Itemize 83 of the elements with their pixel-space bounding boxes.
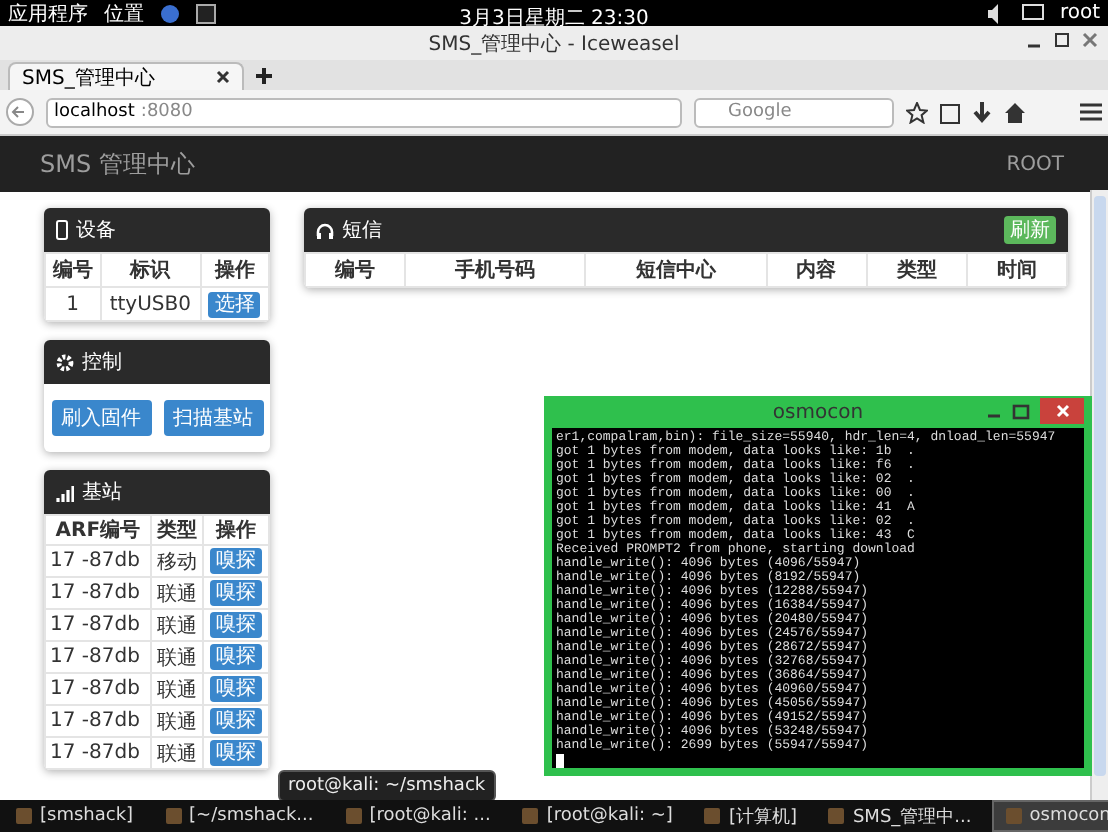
table-cell: 17: [50, 678, 76, 700]
sniff-button[interactable]: 嗅探: [210, 644, 263, 670]
table-cell: -87db: [81, 678, 140, 700]
sniff-button[interactable]: 嗅探: [210, 548, 263, 574]
column-header: 操作: [200, 253, 269, 287]
sniff-button[interactable]: 嗅探: [210, 612, 263, 638]
column-header: 操作: [203, 515, 269, 545]
brand-title[interactable]: SMS 管理中心: [40, 147, 195, 181]
menu-icon[interactable]: [1080, 102, 1102, 122]
column-header: 类型: [866, 253, 967, 287]
menu-item[interactable]: 位置: [104, 0, 144, 27]
table-cell: 1: [45, 287, 101, 321]
table-cell: -87db: [81, 550, 140, 572]
panel-title: 基站: [82, 479, 122, 506]
panel-title: 设备: [76, 218, 116, 244]
close-icon[interactable]: [216, 70, 230, 84]
taskbar-item[interactable]: [root@kali: ...: [333, 802, 503, 830]
action-button[interactable]: 刷入固件: [51, 400, 151, 436]
table-cell: -87db: [81, 710, 140, 732]
sniff-button[interactable]: 嗅探: [210, 740, 263, 766]
sniff-button[interactable]: 嗅探: [210, 676, 263, 702]
signal-icon: [56, 483, 74, 501]
window-title: SMS_管理中心 - Iceweasel: [428, 31, 680, 57]
restore-icon[interactable]: [1052, 30, 1072, 50]
table-cell: 联通: [150, 609, 204, 641]
table-cell: 联通: [150, 577, 204, 609]
address-field[interactable]: localhost :8080: [46, 97, 682, 127]
sniff-button[interactable]: 嗅探: [210, 580, 263, 606]
panel-title: 控制: [82, 349, 122, 376]
new-tab-icon[interactable]: [256, 68, 272, 84]
table-cell: 17: [50, 582, 76, 604]
sniff-button[interactable]: 嗅探: [210, 708, 263, 734]
table-cell: 17: [50, 710, 76, 732]
menu-item[interactable]: 应用程序: [8, 0, 88, 27]
table-cell: 17: [50, 742, 76, 764]
table-cell: -87db: [81, 646, 140, 668]
table-cell: 移动: [150, 545, 204, 577]
column-header: 短信中心: [585, 253, 767, 287]
phone-icon: [56, 220, 68, 240]
table-cell: 联通: [150, 737, 204, 769]
select-button[interactable]: 选择: [208, 291, 261, 317]
text-cursor: [556, 754, 564, 768]
taskbar-item[interactable]: [~/smshack...: [153, 802, 326, 830]
column-header: 手机号码: [405, 253, 586, 287]
table-cell: 联通: [150, 641, 204, 673]
table-cell: 联通: [150, 705, 204, 737]
user-link[interactable]: ROOT: [1006, 153, 1064, 175]
taskbar-item[interactable]: [计算机]: [692, 802, 809, 830]
browser-tab[interactable]: SMS_管理中心: [8, 62, 244, 90]
panel-title: 短信: [342, 218, 382, 244]
table-cell: 17: [50, 614, 76, 636]
table-cell: 17: [50, 646, 76, 668]
table-cell: 17: [50, 550, 76, 572]
tooltip: root@kali: ~/smshack: [278, 770, 496, 802]
gear-icon: [56, 353, 74, 371]
taskbar-item[interactable]: SMS_管理中...: [816, 802, 984, 830]
search-field[interactable]: Google: [694, 97, 894, 127]
table-cell: ttyUSB0: [100, 287, 201, 321]
close-button[interactable]: [1040, 398, 1084, 424]
monitor-icon[interactable]: [1021, 3, 1044, 23]
headphones-icon: [316, 221, 334, 239]
table-cell: -87db: [81, 742, 140, 764]
column-header: 时间: [966, 253, 1067, 287]
user-name[interactable]: root: [1059, 2, 1100, 24]
star-icon[interactable]: [906, 101, 928, 123]
column-header: 标识: [100, 253, 201, 287]
home-icon[interactable]: [1004, 101, 1026, 123]
download-icon[interactable]: [972, 101, 992, 123]
column-header: 内容: [766, 253, 867, 287]
table-cell: -87db: [81, 582, 140, 604]
column-header: ARF编号: [45, 515, 151, 545]
column-header: 类型: [150, 515, 204, 545]
action-button[interactable]: 扫描基站: [163, 400, 263, 436]
column-header: 编号: [305, 253, 406, 287]
taskbar-item[interactable]: [root@kali: ~]: [510, 802, 685, 830]
column-header: 编号: [45, 253, 101, 287]
back-icon[interactable]: [6, 98, 34, 126]
taskbar-item[interactable]: [smshack]: [4, 802, 146, 830]
table-cell: 联通: [150, 673, 204, 705]
maximize-icon[interactable]: [1012, 403, 1030, 419]
window-title: osmocon: [772, 401, 864, 423]
table-cell: -87db: [81, 614, 140, 636]
clock: 3月3日星期二 23:30: [459, 8, 649, 30]
